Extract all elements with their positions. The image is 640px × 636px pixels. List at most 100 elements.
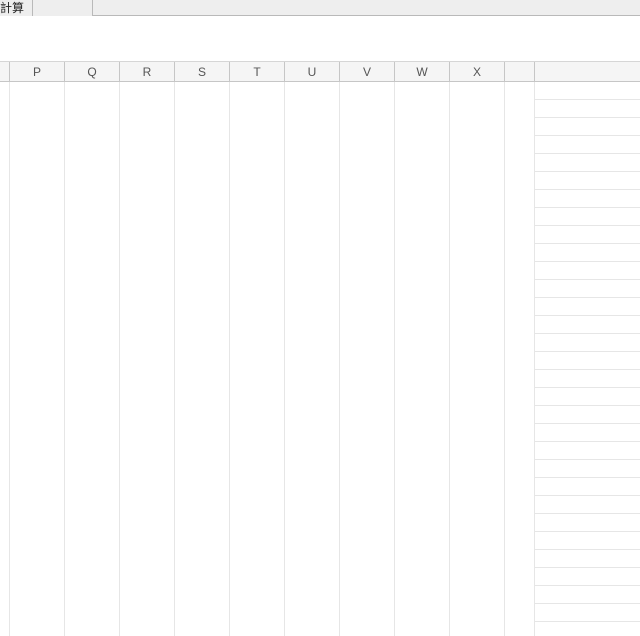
- cell[interactable]: [10, 370, 65, 388]
- cell[interactable]: [285, 604, 340, 622]
- cell[interactable]: [230, 226, 285, 244]
- cell[interactable]: [230, 478, 285, 496]
- cell[interactable]: [450, 226, 505, 244]
- cell[interactable]: [285, 514, 340, 532]
- cell[interactable]: [505, 190, 535, 208]
- cell[interactable]: [10, 532, 65, 550]
- cell[interactable]: [0, 442, 10, 460]
- cell[interactable]: [340, 118, 395, 136]
- cell[interactable]: [230, 172, 285, 190]
- cell[interactable]: [65, 442, 120, 460]
- cell[interactable]: [0, 496, 10, 514]
- cell[interactable]: [65, 190, 120, 208]
- cell[interactable]: [0, 478, 10, 496]
- cell[interactable]: [340, 280, 395, 298]
- cell[interactable]: [505, 442, 535, 460]
- cell[interactable]: [230, 244, 285, 262]
- cell[interactable]: [0, 370, 10, 388]
- cell[interactable]: [395, 622, 450, 636]
- cell[interactable]: [0, 298, 10, 316]
- cell[interactable]: [505, 118, 535, 136]
- cell[interactable]: [395, 316, 450, 334]
- ribbon-tab-calc[interactable]: 計算: [0, 0, 33, 16]
- column-header-Q[interactable]: Q: [65, 62, 120, 81]
- cell[interactable]: [450, 118, 505, 136]
- cell[interactable]: [65, 172, 120, 190]
- cell[interactable]: [340, 154, 395, 172]
- cell[interactable]: [505, 550, 535, 568]
- cell[interactable]: [450, 262, 505, 280]
- cell[interactable]: [0, 190, 10, 208]
- cell[interactable]: [120, 208, 175, 226]
- cell[interactable]: [120, 604, 175, 622]
- cell[interactable]: [395, 406, 450, 424]
- cell[interactable]: [0, 262, 10, 280]
- cell[interactable]: [285, 136, 340, 154]
- cell[interactable]: [285, 496, 340, 514]
- cell[interactable]: [175, 532, 230, 550]
- cell[interactable]: [0, 568, 10, 586]
- cell[interactable]: [230, 550, 285, 568]
- cell[interactable]: [120, 298, 175, 316]
- cell[interactable]: [395, 136, 450, 154]
- cell[interactable]: [505, 388, 535, 406]
- cell[interactable]: [120, 424, 175, 442]
- cell[interactable]: [120, 496, 175, 514]
- column-header-T[interactable]: T: [230, 62, 285, 81]
- cell[interactable]: [120, 568, 175, 586]
- cell[interactable]: [395, 262, 450, 280]
- cell[interactable]: [450, 298, 505, 316]
- cell[interactable]: [175, 226, 230, 244]
- cell[interactable]: [450, 190, 505, 208]
- cell[interactable]: [120, 280, 175, 298]
- cell[interactable]: [505, 370, 535, 388]
- cell[interactable]: [120, 550, 175, 568]
- cell[interactable]: [230, 334, 285, 352]
- cell[interactable]: [65, 622, 120, 636]
- cell[interactable]: [505, 100, 535, 118]
- cell[interactable]: [505, 244, 535, 262]
- cell[interactable]: [175, 244, 230, 262]
- cell[interactable]: [120, 154, 175, 172]
- cell[interactable]: [505, 334, 535, 352]
- cell[interactable]: [395, 514, 450, 532]
- cell[interactable]: [285, 118, 340, 136]
- cell[interactable]: [10, 550, 65, 568]
- cell[interactable]: [65, 82, 120, 100]
- cell[interactable]: [395, 334, 450, 352]
- cell[interactable]: [10, 172, 65, 190]
- cell[interactable]: [10, 244, 65, 262]
- cell[interactable]: [505, 514, 535, 532]
- cell[interactable]: [230, 424, 285, 442]
- cell[interactable]: [10, 388, 65, 406]
- cell[interactable]: [230, 442, 285, 460]
- cell[interactable]: [175, 136, 230, 154]
- cell[interactable]: [230, 316, 285, 334]
- cell[interactable]: [395, 244, 450, 262]
- cell[interactable]: [175, 622, 230, 636]
- cell[interactable]: [505, 82, 535, 100]
- cell[interactable]: [395, 388, 450, 406]
- cell[interactable]: [120, 244, 175, 262]
- cell[interactable]: [230, 406, 285, 424]
- cell[interactable]: [340, 496, 395, 514]
- cell[interactable]: [0, 622, 10, 636]
- cell[interactable]: [505, 154, 535, 172]
- cell[interactable]: [340, 100, 395, 118]
- cell[interactable]: [0, 118, 10, 136]
- cell[interactable]: [175, 118, 230, 136]
- cell[interactable]: [65, 226, 120, 244]
- cell[interactable]: [120, 460, 175, 478]
- cell[interactable]: [120, 118, 175, 136]
- cell[interactable]: [450, 550, 505, 568]
- cell[interactable]: [395, 118, 450, 136]
- cell[interactable]: [395, 280, 450, 298]
- cell[interactable]: [340, 208, 395, 226]
- cell[interactable]: [395, 460, 450, 478]
- cell[interactable]: [395, 568, 450, 586]
- cell[interactable]: [450, 352, 505, 370]
- cell[interactable]: [175, 262, 230, 280]
- cell[interactable]: [285, 280, 340, 298]
- cell[interactable]: [340, 244, 395, 262]
- cell[interactable]: [10, 478, 65, 496]
